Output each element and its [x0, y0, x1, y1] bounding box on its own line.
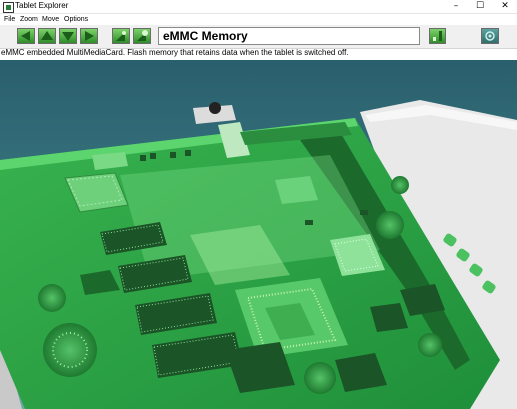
bookmark-icon: [433, 31, 442, 41]
zoom-in-button[interactable]: [133, 28, 151, 44]
zoom-out-button[interactable]: [112, 28, 130, 44]
title-bar: Tablet Explorer – ☐ ✕: [0, 0, 517, 14]
menu-move[interactable]: Move: [42, 14, 59, 25]
zoom-in-icon: [137, 30, 148, 41]
component-description: eMMC embedded MultiMediaCard. Flash memo…: [1, 48, 349, 57]
app-icon: [3, 2, 14, 13]
move-left-button[interactable]: [17, 28, 35, 44]
view-icon: [485, 31, 495, 41]
menu-file[interactable]: File: [4, 14, 15, 25]
minimize-button[interactable]: –: [444, 0, 468, 13]
zoom-out-icon: [116, 31, 126, 41]
component-title-field: eMMC Memory: [158, 27, 420, 45]
arrow-down-icon: [62, 32, 74, 41]
menu-bar: File Zoom Move Options: [0, 14, 517, 25]
move-up-button[interactable]: [38, 28, 56, 44]
marker-button[interactable]: [429, 28, 446, 44]
menu-zoom[interactable]: Zoom: [20, 14, 38, 25]
arrow-left-icon: [21, 31, 30, 41]
maximize-button[interactable]: ☐: [468, 0, 492, 13]
speaker-component: [43, 323, 97, 377]
move-right-button[interactable]: [80, 28, 98, 44]
view-button[interactable]: [481, 28, 499, 44]
arrow-right-icon: [85, 31, 94, 41]
toolbar: eMMC Memory: [0, 25, 517, 49]
window-title: Tablet Explorer: [15, 1, 69, 10]
circuit-board-render[interactable]: [0, 60, 517, 409]
menu-options[interactable]: Options: [64, 14, 88, 25]
move-down-button[interactable]: [59, 28, 77, 44]
component-title: eMMC Memory: [163, 29, 248, 43]
close-button[interactable]: ✕: [493, 0, 517, 13]
arrow-up-icon: [41, 31, 53, 40]
3d-board-viewport[interactable]: [0, 60, 517, 409]
